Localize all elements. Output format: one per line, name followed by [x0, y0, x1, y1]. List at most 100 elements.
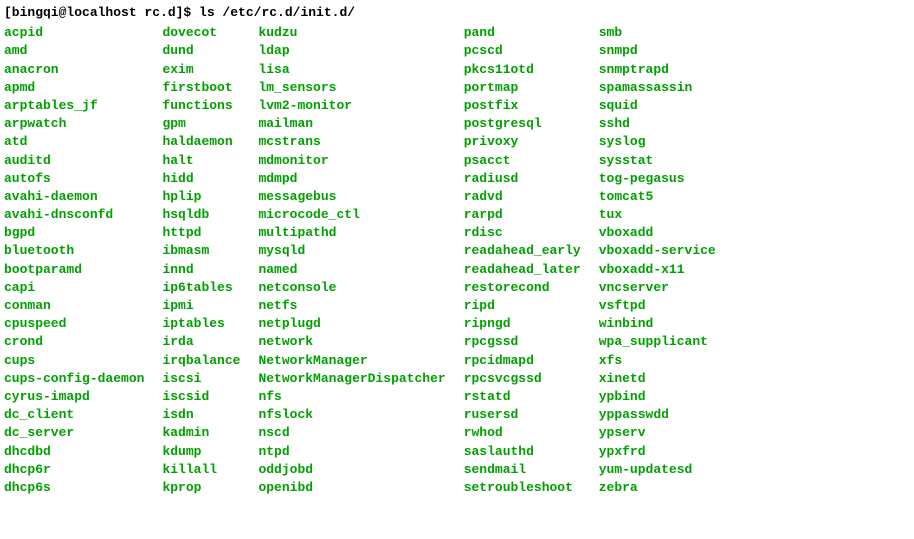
file-entry: haldaemon [162, 133, 258, 151]
file-entry: conman [4, 297, 162, 315]
file-entry: rusersd [464, 406, 599, 424]
file-entry: winbind [599, 315, 734, 333]
file-entry: netconsole [258, 279, 463, 297]
file-entry: ipmi [162, 297, 258, 315]
file-entry: innd [162, 261, 258, 279]
file-entry: hsqldb [162, 206, 258, 224]
file-entry: iscsid [162, 388, 258, 406]
file-entry: vboxadd [599, 224, 734, 242]
file-entry: dc_server [4, 424, 162, 442]
file-entry: bootparamd [4, 261, 162, 279]
file-entry: squid [599, 97, 734, 115]
file-entry: dhcp6r [4, 461, 162, 479]
file-entry: bgpd [4, 224, 162, 242]
file-entry: lvm2-monitor [258, 97, 463, 115]
file-entry: arpwatch [4, 115, 162, 133]
file-entry: snmpd [599, 42, 734, 60]
file-entry: iscsi [162, 370, 258, 388]
file-entry: dund [162, 42, 258, 60]
file-entry: cyrus-imapd [4, 388, 162, 406]
file-entry: httpd [162, 224, 258, 242]
file-entry: isdn [162, 406, 258, 424]
file-entry: kdump [162, 443, 258, 461]
file-entry: syslog [599, 133, 734, 151]
file-entry: rpcsvcgssd [464, 370, 599, 388]
file-entry: mdmonitor [258, 152, 463, 170]
file-entry: ldap [258, 42, 463, 60]
listing-col-1: dovecotdundeximfirstbootfunctionsgpmhald… [162, 24, 258, 497]
file-entry: vboxadd-service [599, 242, 734, 260]
file-entry: cpuspeed [4, 315, 162, 333]
file-entry: anacron [4, 61, 162, 79]
file-entry: halt [162, 152, 258, 170]
file-entry: lm_sensors [258, 79, 463, 97]
file-entry: rpcgssd [464, 333, 599, 351]
file-entry: hidd [162, 170, 258, 188]
file-entry: auditd [4, 152, 162, 170]
file-entry: ripngd [464, 315, 599, 333]
file-entry: mcstrans [258, 133, 463, 151]
file-entry: autofs [4, 170, 162, 188]
file-entry: apmd [4, 79, 162, 97]
file-entry: rstatd [464, 388, 599, 406]
file-entry: NetworkManagerDispatcher [258, 370, 463, 388]
file-entry: ripd [464, 297, 599, 315]
file-entry: amd [4, 42, 162, 60]
file-entry: pkcs11otd [464, 61, 599, 79]
file-entry: psacct [464, 152, 599, 170]
file-entry: dhcdbd [4, 443, 162, 461]
file-entry: tog-pegasus [599, 170, 734, 188]
file-entry: cups-config-daemon [4, 370, 162, 388]
file-entry: kudzu [258, 24, 463, 42]
file-entry: acpid [4, 24, 162, 42]
file-entry: sshd [599, 115, 734, 133]
file-entry: killall [162, 461, 258, 479]
file-entry: mdmpd [258, 170, 463, 188]
shell-prompt: [bingqi@localhost rc.d]$ ls /etc/rc.d/in… [4, 4, 910, 22]
file-entry: tomcat5 [599, 188, 734, 206]
file-entry: irqbalance [162, 352, 258, 370]
file-entry: avahi-daemon [4, 188, 162, 206]
file-entry: openibd [258, 479, 463, 497]
file-entry: rpcidmapd [464, 352, 599, 370]
file-entry: named [258, 261, 463, 279]
file-entry: setroubleshoot [464, 479, 599, 497]
file-entry: functions [162, 97, 258, 115]
file-entry: snmptrapd [599, 61, 734, 79]
file-entry: exim [162, 61, 258, 79]
file-entry: privoxy [464, 133, 599, 151]
file-entry: readahead_early [464, 242, 599, 260]
file-entry: spamassassin [599, 79, 734, 97]
file-entry: wpa_supplicant [599, 333, 734, 351]
file-entry: ypserv [599, 424, 734, 442]
file-entry: mailman [258, 115, 463, 133]
file-entry: dhcp6s [4, 479, 162, 497]
file-entry: postfix [464, 97, 599, 115]
file-entry: messagebus [258, 188, 463, 206]
file-entry: yum-updatesd [599, 461, 734, 479]
file-entry: iptables [162, 315, 258, 333]
file-entry: radiusd [464, 170, 599, 188]
file-entry: sysstat [599, 152, 734, 170]
file-entry: netfs [258, 297, 463, 315]
file-entry: nfslock [258, 406, 463, 424]
file-entry: nscd [258, 424, 463, 442]
file-entry: lisa [258, 61, 463, 79]
file-entry: xinetd [599, 370, 734, 388]
file-entry: cups [4, 352, 162, 370]
file-entry: postgresql [464, 115, 599, 133]
file-entry: pand [464, 24, 599, 42]
file-entry: ntpd [258, 443, 463, 461]
file-entry: ypbind [599, 388, 734, 406]
file-entry: tux [599, 206, 734, 224]
file-entry: oddjobd [258, 461, 463, 479]
listing-col-0: acpidamdanacronapmdarptables_jfarpwatcha… [4, 24, 162, 497]
file-entry: kadmin [162, 424, 258, 442]
file-entry: vncserver [599, 279, 734, 297]
listing-col-2: kudzuldaplisalm_sensorslvm2-monitormailm… [258, 24, 463, 497]
file-entry: rwhod [464, 424, 599, 442]
file-entry: netplugd [258, 315, 463, 333]
file-entry: capi [4, 279, 162, 297]
file-entry: saslauthd [464, 443, 599, 461]
file-entry: mysqld [258, 242, 463, 260]
